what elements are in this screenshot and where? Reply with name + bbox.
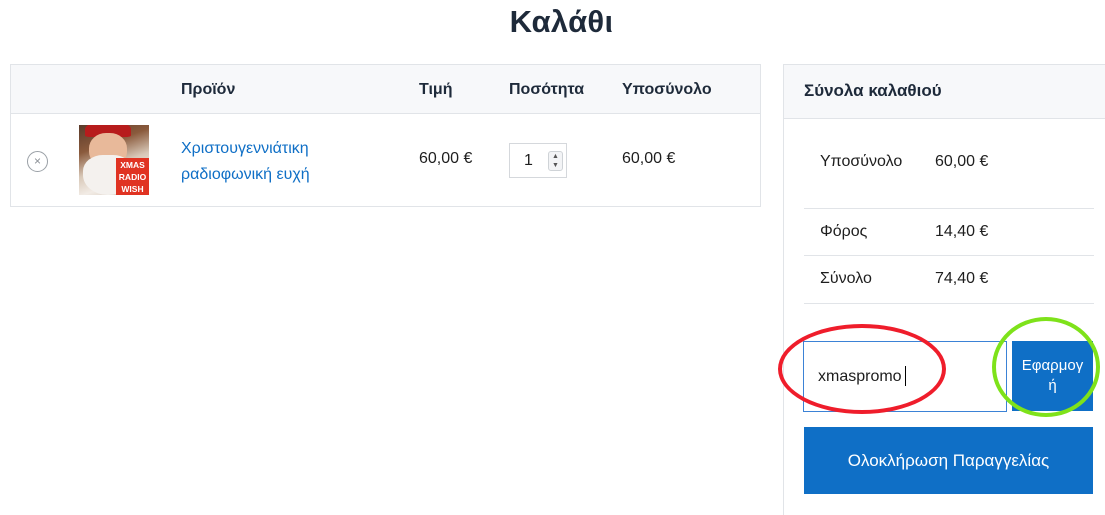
cart-totals-title: Σύνολα καλαθιού	[784, 65, 1105, 119]
tax-label: Φόρος	[820, 223, 868, 240]
text-caret	[905, 366, 906, 386]
header-subtotal: Υποσύνολο	[622, 81, 712, 98]
total-label: Σύνολο	[820, 270, 872, 287]
table-row: × XMAS RADIO WISH Χριστουγεννιάτικη ραδι…	[11, 114, 760, 207]
total-value: 74,40 €	[935, 270, 989, 287]
header-quantity: Ποσότητα	[509, 81, 585, 98]
product-price: 60,00 €	[419, 150, 473, 167]
apply-coupon-button[interactable]: Εφαρμογή	[1012, 341, 1093, 411]
quantity-value: 1	[524, 152, 533, 169]
cart-table: Προϊόν Τιμή Ποσότητα Υποσύνολο × XMAS RA…	[10, 64, 761, 207]
totals-row-total: Σύνολο 74,40 €	[804, 256, 1094, 304]
header-product: Προϊόν	[181, 81, 236, 98]
remove-item-icon[interactable]: ×	[27, 151, 48, 172]
totals-row-tax: Φόρος 14,40 €	[804, 209, 1094, 256]
page-title: Καλάθι	[509, 4, 614, 39]
totals-row-subtotal: Υποσύνολο 60,00 €	[804, 145, 1094, 209]
product-name-link[interactable]: Χριστουγεννιάτικη ραδιοφωνική ευχή	[181, 136, 371, 188]
header-price: Τιμή	[419, 81, 453, 98]
checkout-button[interactable]: Ολοκλήρωση Παραγγελίας	[804, 427, 1093, 494]
spinner-arrows-icon[interactable]: ▲ ▼	[548, 151, 563, 171]
product-thumbnail[interactable]: XMAS RADIO WISH	[79, 125, 149, 195]
product-subtotal: 60,00 €	[622, 150, 676, 167]
tax-value: 14,40 €	[935, 223, 989, 240]
subtotal-label: Υποσύνολο	[820, 153, 903, 170]
quantity-stepper[interactable]: 1 ▲ ▼	[509, 143, 567, 178]
cart-table-header: Προϊόν Τιμή Ποσότητα Υποσύνολο	[11, 65, 760, 114]
subtotal-value: 60,00 €	[935, 153, 989, 170]
thumbnail-label: XMAS RADIO WISH	[116, 158, 149, 195]
